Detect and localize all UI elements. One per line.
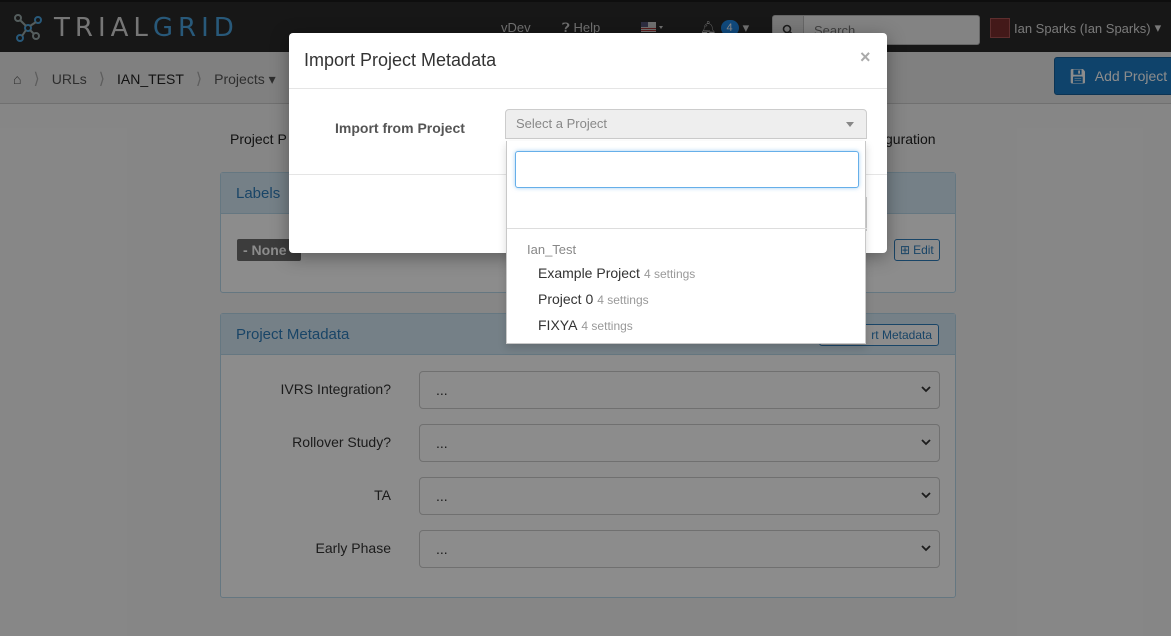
option-name: FIXYA <box>538 317 578 333</box>
dropdown-search-input[interactable] <box>515 151 859 188</box>
close-icon[interactable]: × <box>860 47 871 68</box>
project-select-dropdown: Ian_Test Example Project 4 settings Proje… <box>506 141 867 344</box>
dropdown-option[interactable]: Project 04 settings <box>538 291 649 307</box>
caret-down-icon <box>846 122 854 127</box>
modal-title: Import Project Metadata <box>304 50 497 70</box>
option-name: Project 0 <box>538 291 594 307</box>
option-meta: 4 settings <box>597 293 649 307</box>
dropdown-option[interactable]: FIXYA 4 settings <box>538 317 633 333</box>
dropdown-group-label: Ian_Test <box>527 242 577 257</box>
dropdown-option[interactable]: Example Project 4 settings <box>538 265 695 281</box>
import-from-project-label: Import from Project <box>335 120 465 136</box>
modal-header-divider <box>289 88 887 89</box>
option-meta: 4 settings <box>581 319 633 333</box>
option-meta: 4 settings <box>643 267 696 281</box>
project-select[interactable]: Select a Project <box>505 109 867 139</box>
project-select-placeholder: Select a Project <box>516 116 608 131</box>
option-name: Example Project <box>538 265 640 281</box>
dropdown-divider <box>507 228 867 229</box>
